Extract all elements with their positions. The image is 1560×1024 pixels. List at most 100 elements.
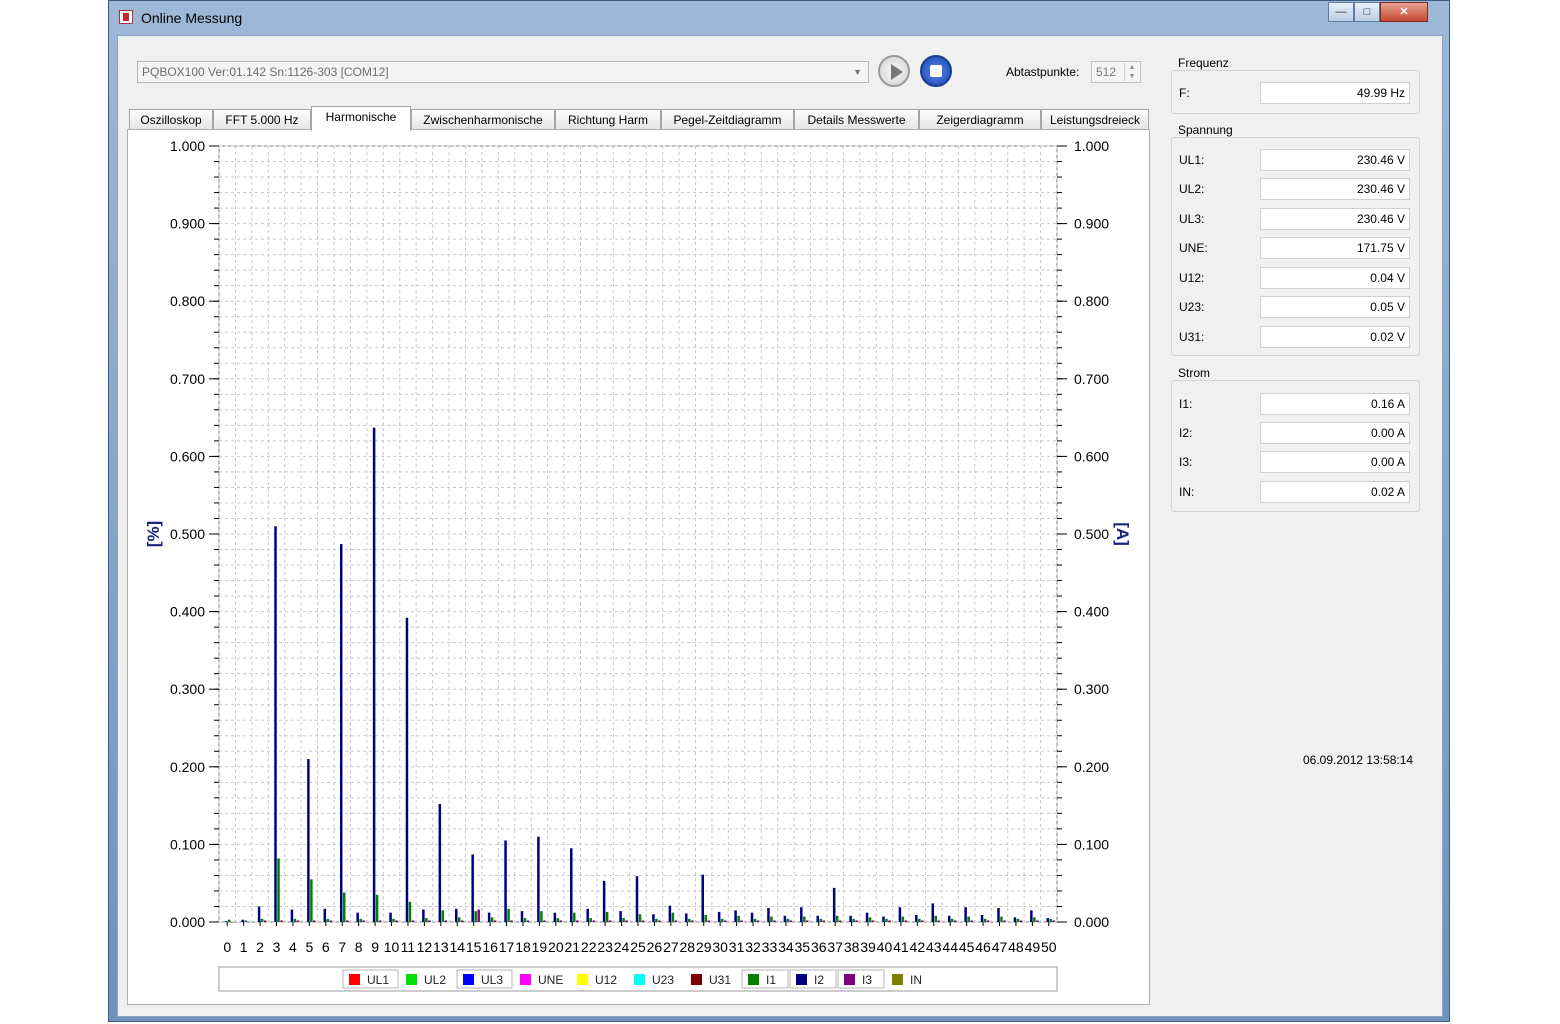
x-tick-label: 28 <box>680 939 696 955</box>
bar-i3 <box>789 920 793 922</box>
tab-richtung-harm[interactable]: Richtung Harm <box>555 109 661 130</box>
x-tick-label: 7 <box>338 939 346 955</box>
bar-i3 <box>510 920 513 922</box>
bar-i3 <box>871 920 875 922</box>
y2-tick-label: 0.600 <box>1074 448 1109 464</box>
bar-i3 <box>559 920 563 922</box>
plot-area <box>218 145 1058 923</box>
bar-i2 <box>1030 910 1033 922</box>
x-tick-label: 8 <box>355 939 363 955</box>
tab-details-messwerte[interactable]: Details Messwerte <box>794 109 919 130</box>
bar-i1 <box>1049 918 1053 922</box>
voltage-value-u12: 0.04 V <box>1260 267 1410 289</box>
bar-i2 <box>652 914 655 922</box>
maximize-button[interactable]: □ <box>1354 2 1380 22</box>
x-tick-label: 42 <box>910 939 926 955</box>
tab-oszilloskop[interactable]: Oszilloskop <box>129 109 213 130</box>
minimize-button[interactable]: — <box>1328 2 1354 22</box>
bar-i3 <box>937 920 941 922</box>
device-select[interactable]: PQBOX100 Ver:01.142 Sn:1126-303 [COM12] … <box>137 61 869 83</box>
tab-pegel-zeitdiagramm[interactable]: Pegel-Zeitdiagramm <box>661 109 794 130</box>
bar-i3 <box>756 920 760 922</box>
legend-swatch <box>349 974 360 985</box>
bar-i2 <box>1046 918 1050 922</box>
legend-label: UL1 <box>367 973 389 987</box>
x-tick-label: 38 <box>844 939 860 955</box>
x-tick-label: 15 <box>466 939 482 955</box>
legend-label: IN <box>910 973 922 987</box>
play-button[interactable] <box>878 55 910 87</box>
bar-i2 <box>241 919 244 922</box>
voltage-label-ul3: UL3: <box>1179 212 1205 226</box>
bar-i2 <box>487 912 491 922</box>
bar-i2 <box>980 915 984 922</box>
x-tick-label: 44 <box>942 939 958 955</box>
bar-i1 <box>803 916 806 922</box>
x-tick-label: 35 <box>795 939 811 955</box>
bar-i2 <box>471 854 474 922</box>
bar-i2 <box>553 912 557 922</box>
bar-i1 <box>950 918 954 922</box>
bar-i1 <box>589 918 592 922</box>
bar-i3 <box>444 920 448 922</box>
y2-tick-label: 0.100 <box>1074 836 1109 852</box>
bar-i3 <box>329 920 333 922</box>
bar-i3 <box>855 920 858 922</box>
bar-i1 <box>1016 918 1020 922</box>
bar-i2 <box>257 906 261 922</box>
tab-zeigerdiagramm[interactable]: Zeigerdiagramm <box>919 109 1041 130</box>
voltage-label-u23: U23: <box>1179 300 1205 314</box>
close-button[interactable]: ✕ <box>1380 2 1428 22</box>
x-tick-label: 45 <box>959 939 975 955</box>
voltage-label-u12: U12: <box>1179 271 1205 285</box>
tab-zwischenharmonische[interactable]: Zwischenharmonische <box>411 109 555 130</box>
x-tick-label: 10 <box>384 939 400 955</box>
y-tick-label: 0.800 <box>170 293 205 309</box>
sample-points-value: 512 <box>1096 65 1117 79</box>
current-value-i3: 0.00 A <box>1260 451 1410 473</box>
bar-i2 <box>750 912 754 922</box>
legend-label: I1 <box>766 973 776 987</box>
bar-i1 <box>868 917 872 922</box>
x-tick-label: 40 <box>877 939 893 955</box>
bar-i1 <box>277 858 280 922</box>
bar-i3 <box>740 920 743 922</box>
current-value-i2: 0.00 A <box>1260 422 1410 444</box>
tab-fft[interactable]: FFT 5.000 Hz <box>213 109 311 130</box>
voltage-label-une: UNE: <box>1179 241 1208 255</box>
bar-i2 <box>389 912 392 922</box>
x-tick-label: 2 <box>256 939 264 955</box>
bar-i2 <box>832 887 836 922</box>
stop-button[interactable] <box>920 55 952 87</box>
x-tick-label: 34 <box>778 939 794 955</box>
device-select-value: PQBOX100 Ver:01.142 Sn:1126-303 [COM12] <box>142 65 389 79</box>
bar-i1 <box>918 918 921 922</box>
bar-i3 <box>806 920 809 922</box>
bar-i3 <box>247 922 250 923</box>
x-tick-label: 18 <box>515 939 531 955</box>
bar-i3 <box>493 920 497 922</box>
window-title: Online Messung <box>141 10 243 26</box>
y2-tick-label: 0.900 <box>1074 216 1109 232</box>
x-tick-label: 25 <box>630 939 646 955</box>
bar-i1 <box>490 917 494 922</box>
bar-i1 <box>819 918 822 922</box>
x-tick-label: 48 <box>1008 939 1024 955</box>
bar-i3 <box>904 920 908 922</box>
x-tick-label: 13 <box>433 939 449 955</box>
bar-i2 <box>438 804 442 922</box>
bar-i1 <box>293 918 297 922</box>
x-tick-label: 0 <box>223 939 231 955</box>
bar-i1 <box>425 918 428 922</box>
bar-i1 <box>326 918 330 922</box>
bar-i3 <box>477 909 480 922</box>
spinner-arrows-icon[interactable]: ▲ ▼ <box>1124 63 1139 81</box>
current-value-i1: 0.16 A <box>1260 393 1410 415</box>
sample-points-stepper[interactable]: 512 ▲ ▼ <box>1091 61 1141 83</box>
bar-i3 <box>953 920 957 922</box>
tab-leistungsdreieck[interactable]: Leistungsdreieck <box>1041 109 1149 130</box>
bar-i3 <box>625 920 628 922</box>
tab-harmonische[interactable]: Harmonische <box>311 106 411 131</box>
bar-i3 <box>707 920 710 922</box>
y2-tick-label: 0.400 <box>1074 604 1109 620</box>
